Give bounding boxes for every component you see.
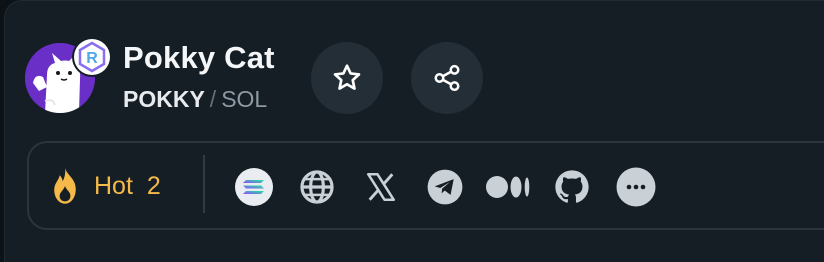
hot-indicator[interactable]: Hot 2 (46, 166, 161, 206)
dex-badge-letter: R (86, 50, 98, 67)
token-ticker: POKKY (123, 86, 205, 112)
dex-badge: R (74, 39, 110, 75)
flame-icon (54, 167, 76, 204)
x-link[interactable] (361, 167, 401, 207)
more-icon (616, 167, 656, 207)
x-icon (366, 172, 396, 202)
solana-icon (235, 168, 273, 206)
star-icon (333, 64, 361, 90)
medium-icon (486, 176, 530, 198)
github-icon (555, 170, 589, 203)
token-name: Pokky Cat (123, 40, 275, 75)
medium-link[interactable] (486, 167, 532, 207)
links-divider (203, 155, 205, 213)
more-links-button[interactable] (616, 167, 656, 207)
ticker-separator: / (209, 86, 217, 112)
telegram-link[interactable] (425, 167, 465, 207)
raydium-icon: R (78, 41, 106, 73)
hot-count: 2 (146, 171, 161, 200)
share-button[interactable] (411, 42, 483, 114)
solana-link[interactable] (234, 167, 274, 207)
telegram-icon (427, 169, 463, 205)
share-icon (434, 64, 460, 92)
github-link[interactable] (552, 167, 592, 207)
favorite-button[interactable] (311, 42, 383, 114)
globe-icon (300, 170, 334, 204)
website-link[interactable] (297, 167, 337, 207)
hot-label: Hot (94, 171, 133, 200)
token-ticker-line: POKKY / SOL (123, 86, 267, 113)
token-chain: SOL (221, 86, 268, 112)
